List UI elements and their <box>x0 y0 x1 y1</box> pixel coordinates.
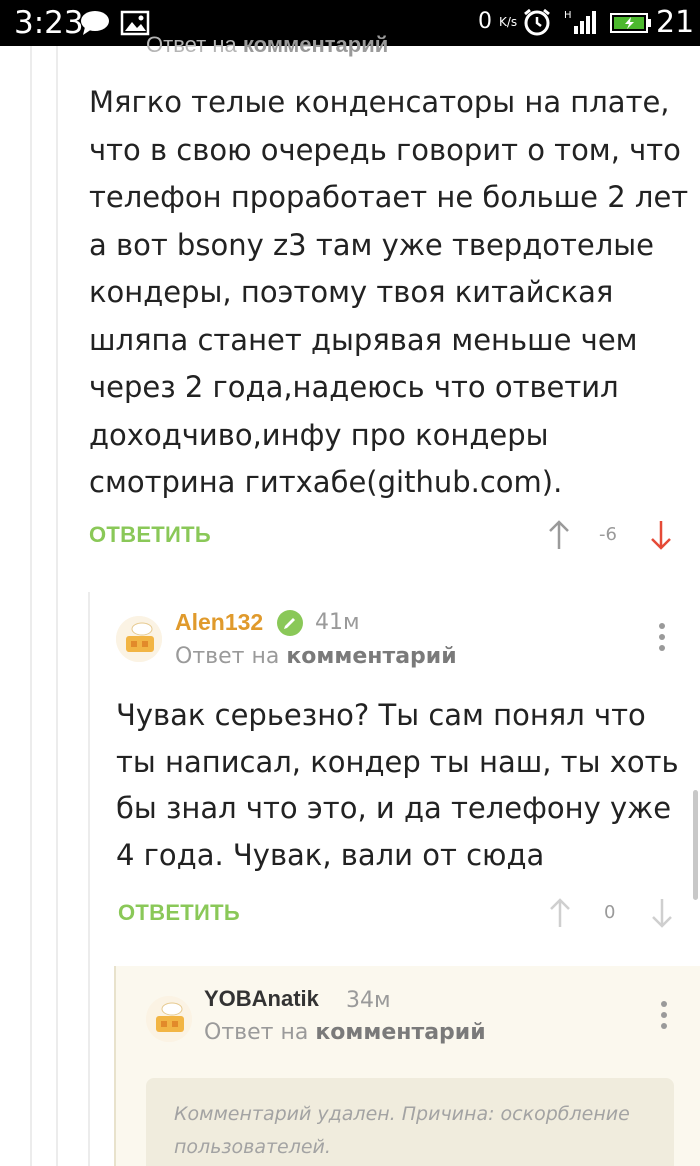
rating-count: 0 <box>604 902 616 923</box>
comment-time: 41м <box>315 610 360 635</box>
signal-icon: H <box>564 10 596 34</box>
reply-to-prefix: Ответ на <box>204 1020 309 1045</box>
avatar[interactable] <box>116 616 162 662</box>
comment: YOBAnatik 34м Ответ на комментарий Комме… <box>114 966 700 1166</box>
reply-to-link-text[interactable]: комментарий <box>286 644 456 669</box>
default-avatar-icon <box>146 996 192 1042</box>
network-speed: 0 K/s <box>478 9 517 35</box>
thread-line <box>56 46 58 1166</box>
reply-button[interactable]: ОТВЕТИТЬ <box>89 515 211 555</box>
comment-text: Мягко телые конденсаторы на плате, что в… <box>89 85 689 499</box>
reply-to-link-text[interactable]: комментарий <box>243 32 388 57</box>
battery-icon <box>610 13 651 33</box>
reply-to-prefix: Ответ на <box>175 644 280 669</box>
comment-actions: ОТВЕТИТЬ 0 <box>118 893 688 933</box>
deleted-notice-text: Комментарий удален. Причина: оскорбление… <box>174 1103 630 1158</box>
default-avatar-icon <box>116 616 162 662</box>
verified-badge-icon <box>277 610 303 636</box>
thread-line <box>30 46 32 1166</box>
reply-to-link-text[interactable]: комментарий <box>315 1020 485 1045</box>
deleted-comment-notice: Комментарий удален. Причина: оскорбление… <box>146 1078 674 1166</box>
username[interactable]: YOBAnatik <box>204 984 319 1014</box>
more-options-icon[interactable] <box>654 998 674 1032</box>
reply-to-link[interactable]: Ответ на комментарий <box>146 30 388 60</box>
comment-actions: ОТВЕТИТЬ -6 <box>89 515 689 555</box>
downvote-arrow-icon[interactable] <box>649 519 673 551</box>
comment-text: Чувак серьезно? Ты сам понял что ты напи… <box>116 698 679 872</box>
username[interactable]: Alen132 <box>175 607 263 637</box>
svg-text:H: H <box>564 10 572 21</box>
reply-to-link[interactable]: Ответ на комментарий <box>204 1018 486 1048</box>
comment-time: 34м <box>346 988 391 1013</box>
comment: Alen132 41м Ответ на комментарий Чувак с… <box>90 590 700 970</box>
chat-bubble-icon <box>81 11 109 35</box>
downvote-arrow-icon[interactable] <box>650 897 674 929</box>
upvote-arrow-icon[interactable] <box>547 519 571 551</box>
rating-count: -6 <box>599 524 617 545</box>
network-speed-value: 0 <box>478 9 492 34</box>
upvote-arrow-icon[interactable] <box>548 897 572 929</box>
scrollbar[interactable] <box>693 790 698 900</box>
avatar[interactable] <box>146 996 192 1042</box>
more-options-icon[interactable] <box>652 620 672 654</box>
reply-to-link[interactable]: Ответ на комментарий <box>175 642 457 672</box>
battery-level: 21 <box>656 5 695 40</box>
alarm-icon <box>524 8 550 36</box>
reply-button[interactable]: ОТВЕТИТЬ <box>118 893 240 933</box>
status-time: 3:23 <box>14 5 84 41</box>
network-speed-unit: K/s <box>499 15 518 29</box>
reply-to-prefix: Ответ на <box>146 32 237 57</box>
